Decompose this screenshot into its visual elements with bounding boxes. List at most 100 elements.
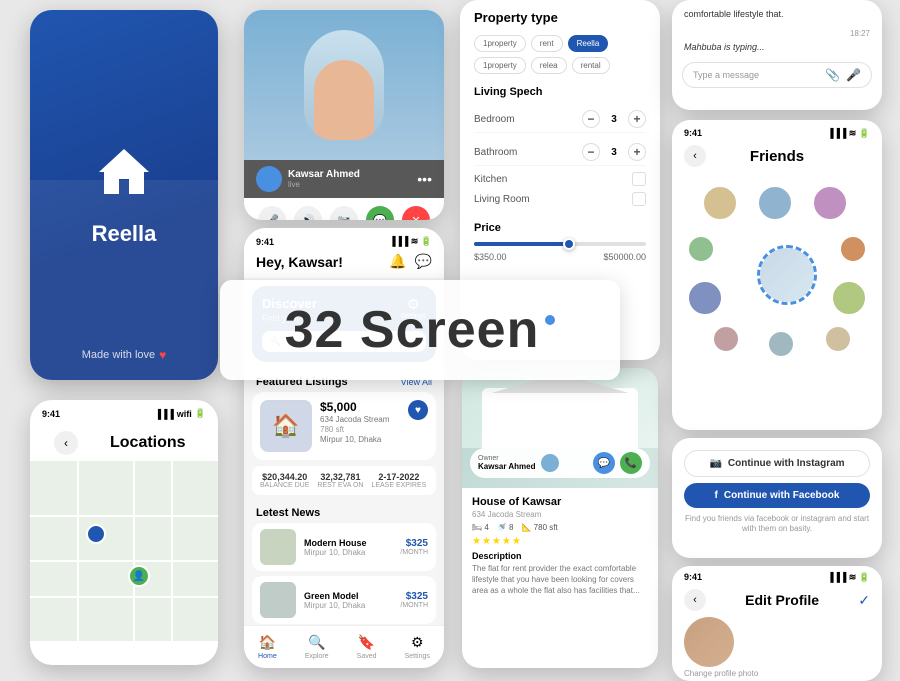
sqft-stat: 32,32,781 REST EVA ON	[317, 472, 363, 489]
detail-stats: 🛏 4 🚿 8 📐 780 sft	[472, 523, 648, 532]
brand-name: Reella	[92, 221, 157, 247]
status-bar-locations: 9:41 ▐▐▐ wifi 🔋	[30, 400, 218, 419]
screen-reella: Reella Made with love ♥	[30, 10, 218, 380]
friend-avatar-5[interactable]	[839, 235, 867, 263]
friend-avatar-2[interactable]	[757, 185, 793, 221]
prop-tag-reella[interactable]: Reella	[568, 35, 609, 52]
friend-avatar-8[interactable]	[712, 325, 740, 353]
news-header: Letest News	[244, 501, 444, 523]
profile-save-button[interactable]: ✓	[858, 592, 870, 609]
settings-icon-nav: ⚙	[411, 634, 424, 651]
screen-locations: 9:41 ▐▐▐ wifi 🔋 ‹ Locations 👤	[30, 400, 218, 665]
overlay-dot	[545, 315, 555, 325]
volume-button[interactable]: 🔊	[294, 206, 322, 220]
favorite-button[interactable]: ♥	[408, 400, 428, 420]
filter-title: Property type	[474, 10, 646, 25]
bedroom-decrement[interactable]: −	[582, 110, 600, 128]
kitchen-checkbox[interactable]	[632, 172, 646, 186]
social-subtext: Find you friends via facebook or instagr…	[684, 514, 870, 535]
prop-tag-1property2[interactable]: 1property	[474, 57, 526, 74]
friend-avatar-10[interactable]	[824, 325, 852, 353]
profile-back-button[interactable]: ‹	[684, 589, 706, 611]
camera-button[interactable]: 📷	[330, 206, 358, 220]
overlay-text: 32 Screen	[285, 300, 540, 360]
living-room-checkbox[interactable]	[632, 192, 646, 206]
kitchen-row: Kitchen	[474, 172, 646, 186]
main-greeting: Hey, Kawsar!	[256, 254, 343, 270]
main-status-bar: 9:41 ▐▐▐ ≋ 🔋	[244, 228, 444, 247]
listing-stats: $20,344.20 BALANCE DUE 32,32,781 REST EV…	[252, 466, 436, 495]
instagram-login-button[interactable]: 📷 Continue with Instagram	[684, 450, 870, 477]
prop-tag-rental[interactable]: rental	[572, 57, 610, 74]
news-item-1[interactable]: Modern House Mirpur 10, Dhaka $325 /MONT…	[252, 523, 436, 571]
screen-detail: 9:41 ▐▐▐ ≋ 🔋 Owner Kawsar Ahmed 💬 📞 Hous…	[462, 368, 658, 668]
friends-header: ‹ Friends	[672, 139, 882, 175]
overlay-number: 32	[285, 301, 345, 359]
friends-back-button[interactable]: ‹	[684, 145, 706, 167]
profile-header: ‹ Edit Profile ✓	[672, 583, 882, 617]
screen-video-call: Kawsar Ahmed live ••• 🎤 🔊 📷 💬 ✕	[244, 10, 444, 220]
prop-tag-1property[interactable]: 1property	[474, 35, 526, 52]
heart-icon: ♥	[159, 348, 166, 362]
prop-tag-rent[interactable]: rent	[531, 35, 563, 52]
microphone-icon[interactable]: 🎤	[846, 68, 861, 82]
home-icon: 🏠	[259, 634, 276, 651]
caller-info: Kawsar Ahmed live	[256, 166, 360, 192]
listing-price: $5,000	[320, 400, 400, 414]
nav-explore[interactable]: 🔍 Explore	[305, 634, 329, 660]
change-photo-label[interactable]: Change profile photo	[684, 669, 758, 678]
detail-address: 634 Jacoda Stream	[472, 510, 648, 519]
video-options-button[interactable]: •••	[417, 171, 432, 187]
chat-input[interactable]: Type a message	[693, 70, 819, 80]
contact-chat-button[interactable]: 💬	[593, 452, 615, 474]
nav-saved[interactable]: 🔖 Saved	[357, 634, 377, 660]
price-title: Price	[474, 222, 646, 234]
detail-beds: 🛏 4	[472, 523, 489, 532]
price-slider[interactable]	[474, 242, 646, 246]
price-min: $350.00	[474, 252, 507, 262]
screen-social: 📷 Continue with Instagram f Continue wit…	[672, 438, 882, 558]
explore-icon: 🔍	[308, 634, 325, 651]
friend-avatar-1[interactable]	[702, 185, 738, 221]
overlay-banner: 32 Screen	[220, 280, 620, 380]
news-title-1: Modern House	[304, 538, 392, 548]
owner-tag: Owner	[478, 455, 536, 462]
back-button-locations[interactable]: ‹	[54, 431, 78, 455]
detail-baths: 🚿 8	[497, 523, 514, 532]
property-types: 1property rent Reella 1property relea re…	[474, 35, 646, 74]
contact-call-button[interactable]: 📞	[620, 452, 642, 474]
message-icon[interactable]: 💬	[415, 253, 432, 270]
bedroom-value: 3	[608, 114, 620, 125]
price-slider-fill	[474, 242, 569, 246]
prop-tag-relea[interactable]: relea	[531, 57, 567, 74]
listing-thumbnail	[260, 400, 312, 452]
news-price-2: $325	[400, 591, 428, 602]
house-icon	[94, 144, 154, 213]
friend-avatar-9[interactable]	[767, 330, 795, 358]
mute-button[interactable]: 🎤	[258, 206, 286, 220]
end-call-button[interactable]: ✕	[402, 206, 430, 220]
locations-title: Locations	[98, 434, 198, 452]
nav-settings[interactable]: ⚙ Settings	[405, 634, 430, 660]
friend-avatar-6[interactable]	[687, 280, 723, 316]
bathroom-decrement[interactable]: −	[582, 143, 600, 161]
price-slider-thumb[interactable]	[563, 238, 575, 250]
friend-avatar-7[interactable]	[831, 280, 867, 316]
facebook-login-button[interactable]: f Continue with Facebook	[684, 483, 870, 508]
news-thumb-2	[260, 582, 296, 618]
news-title: Letest News	[256, 507, 320, 519]
friends-status-bar: 9:41 ▐▐▐ ≋ 🔋	[672, 120, 882, 139]
chat-button[interactable]: 💬	[366, 206, 394, 220]
attachment-icon[interactable]: 📎	[825, 68, 840, 82]
friend-avatar-4[interactable]	[687, 235, 715, 263]
friend-avatar-3[interactable]	[812, 185, 848, 221]
video-person-area	[244, 10, 444, 160]
bathroom-increment[interactable]: +	[628, 143, 646, 161]
screen-profile: 9:41 ▐▐▐ ≋ 🔋 ‹ Edit Profile ✓ Change pro…	[672, 566, 882, 681]
news-item-2[interactable]: Green Model Mirpur 10, Dhaka $325 /MONTH	[252, 576, 436, 624]
news-title-2: Green Model	[304, 591, 392, 601]
caller-name: Kawsar Ahmed	[288, 169, 360, 180]
nav-home[interactable]: 🏠 Home	[258, 634, 277, 660]
bedroom-increment[interactable]: +	[628, 110, 646, 128]
bell-icon[interactable]: 🔔	[389, 253, 406, 270]
